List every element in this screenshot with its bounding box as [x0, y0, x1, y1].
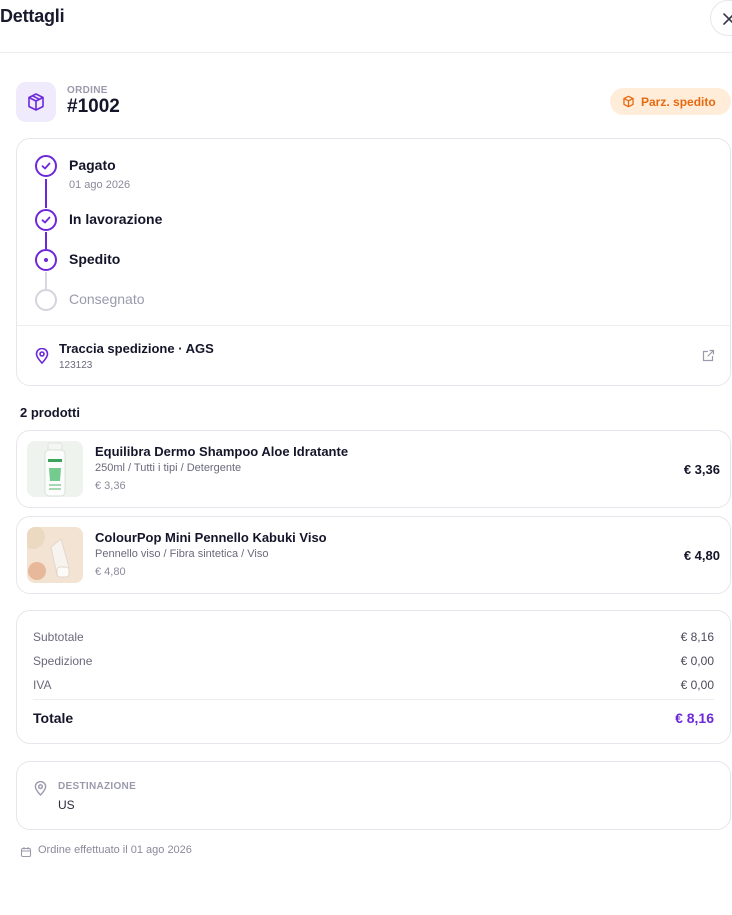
step-label: Consegnato: [69, 291, 145, 307]
current-dot-icon: [44, 258, 48, 262]
product-total-price: € 4,80: [683, 548, 720, 563]
drawer-header: Dettagli: [0, 0, 732, 53]
product-item[interactable]: ColourPop Mini Pennello Kabuki Viso Penn…: [16, 516, 731, 594]
subtotal-row: Subtotale € 8,16: [33, 630, 714, 644]
subtotal-value: € 8,16: [680, 630, 714, 644]
check-icon: [41, 162, 51, 170]
status-badge-label: Parz. spedito: [641, 95, 716, 109]
destination-card: DESTINAZIONE US: [16, 761, 731, 830]
product-item[interactable]: Equilibra Dermo Shampoo Aloe Idratante 2…: [16, 430, 731, 508]
map-pin-icon: [34, 781, 47, 796]
close-icon: [723, 13, 732, 25]
tracking-code: 123123: [59, 360, 93, 371]
order-number: #1002: [67, 96, 120, 117]
shipping-value: € 0,00: [680, 654, 714, 668]
step-done-indicator: [35, 209, 57, 231]
map-pin-icon: [35, 348, 49, 364]
step-label: Pagato: [69, 157, 116, 173]
tax-row: IVA € 0,00: [33, 678, 714, 692]
step-label: Spedito: [69, 251, 121, 267]
tracking-title: Traccia spedizione · AGS: [59, 341, 214, 356]
order-label: ORDINE: [67, 85, 108, 96]
timeline-connector: [45, 179, 47, 208]
status-badge: Parz. spedito: [610, 88, 731, 115]
close-button[interactable]: [710, 0, 732, 36]
product-name: ColourPop Mini Pennello Kabuki Viso: [95, 530, 327, 545]
divider: [33, 699, 714, 700]
products-count: 2 prodotti: [20, 405, 80, 420]
tax-value: € 0,00: [680, 678, 714, 692]
shipping-row: Spedizione € 0,00: [33, 654, 714, 668]
product-unit-price: € 3,36: [95, 480, 126, 492]
order-placed-text: Ordine effettuato il 01 ago 2026: [38, 844, 192, 856]
step-label: In lavorazione: [69, 211, 163, 227]
total-value: € 8,16: [675, 710, 714, 726]
product-variant: Pennello viso / Fibra sintetica / Viso: [95, 548, 269, 560]
step-date: 01 ago 2026: [69, 179, 131, 191]
shipping-label: Spedizione: [33, 654, 93, 668]
product-total-price: € 3,36: [683, 462, 720, 477]
product-name: Equilibra Dermo Shampoo Aloe Idratante: [95, 444, 349, 459]
drawer-title: Dettagli: [0, 6, 65, 26]
total-label: Totale: [33, 710, 74, 726]
step-done-indicator: [35, 155, 57, 177]
step-current-indicator: [35, 249, 57, 271]
product-variant: 250ml / Tutti i tipi / Detergente: [95, 462, 242, 474]
timeline-connector: [45, 272, 47, 289]
timeline-connector: [45, 232, 47, 249]
destination-label: DESTINAZIONE: [58, 781, 137, 792]
step-pending-indicator: [35, 289, 57, 311]
product-image: [27, 441, 83, 497]
order-timeline-card: Pagato 01 ago 2026 In lavorazione Spedit…: [16, 138, 731, 386]
divider: [17, 325, 730, 326]
order-summary-card: Subtotale € 8,16 Spedizione € 0,00 IVA €…: [16, 610, 731, 744]
destination-value: US: [58, 798, 75, 812]
product-unit-price: € 4,80: [95, 566, 126, 578]
tax-label: IVA: [33, 678, 52, 692]
package-icon: [623, 95, 634, 108]
calendar-icon: [20, 847, 32, 858]
order-package-icon: [16, 82, 56, 122]
check-icon: [41, 216, 51, 224]
product-image: [27, 527, 83, 583]
subtotal-label: Subtotale: [33, 630, 84, 644]
external-link-icon[interactable]: [702, 349, 715, 362]
